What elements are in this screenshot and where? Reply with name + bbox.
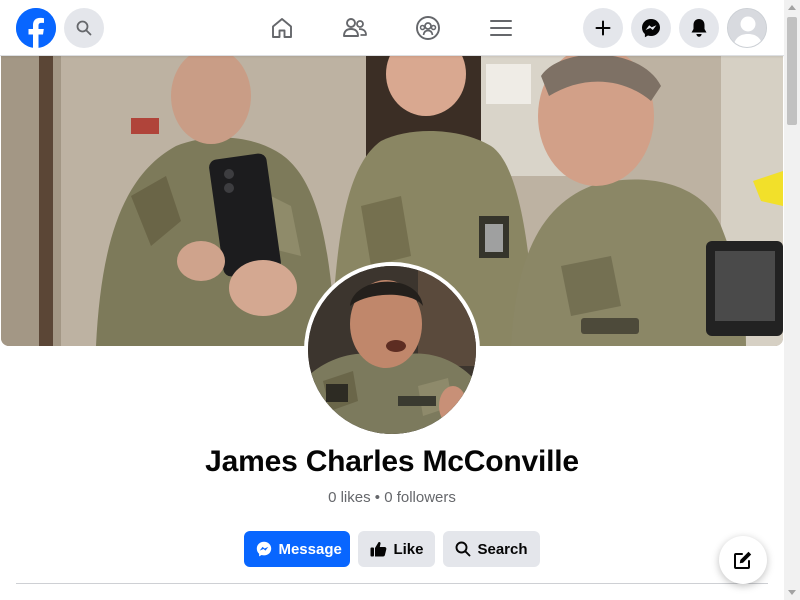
scrollbar-thumb[interactable] [787,17,797,125]
friends-icon [343,18,367,37]
new-message-button[interactable] [719,536,767,584]
groups-icon [416,16,440,40]
groups-tab[interactable] [412,12,444,44]
create-button[interactable] [583,8,623,48]
page-scrollbar[interactable] [784,0,800,600]
home-tab[interactable] [266,12,298,44]
search-icon [76,20,92,36]
account-avatar[interactable] [727,8,767,48]
like-button[interactable]: Like [358,531,436,567]
scroll-down-arrow-icon[interactable] [788,590,796,595]
search-button-label: Search [477,540,528,558]
search-button[interactable] [64,8,104,48]
home-icon [272,18,292,38]
scroll-up-arrow-icon[interactable] [788,5,796,10]
menu-tab[interactable] [485,12,517,44]
messenger-icon [642,19,660,38]
menu-icon [490,20,512,36]
bell-icon [691,19,707,37]
plus-icon [595,20,611,36]
facebook-logo-icon[interactable] [16,8,56,48]
avatar-icon [728,9,766,47]
search-icon [456,541,471,557]
message-button[interactable]: Message [244,531,351,567]
messenger-button[interactable] [631,8,671,48]
like-button-label: Like [393,540,424,558]
page-title: James Charles McConville [205,445,579,478]
compose-icon [734,551,752,569]
message-button-label: Message [278,540,342,558]
section-divider [16,583,768,584]
profile-picture[interactable] [304,262,480,438]
notifications-button[interactable] [679,8,719,48]
top-navigation-bar [0,0,784,56]
page-stats[interactable]: 0 likes • 0 followers [0,489,784,506]
messenger-icon [257,541,272,557]
friends-tab[interactable] [339,12,371,44]
thumbs-up-icon [370,541,387,557]
page-actions: Message Like Search [0,531,784,567]
search-page-button[interactable]: Search [443,531,540,567]
